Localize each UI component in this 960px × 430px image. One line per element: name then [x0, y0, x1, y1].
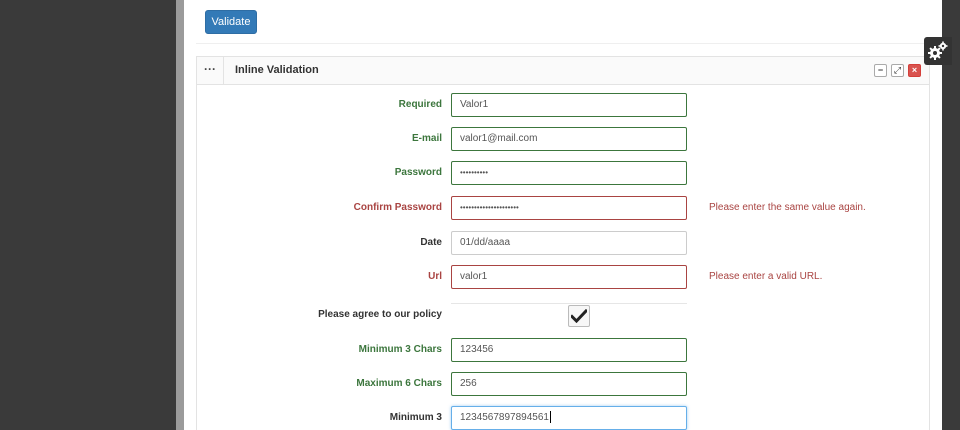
- checkmark-icon: [571, 309, 587, 323]
- gears-icon: [928, 41, 948, 60]
- main-content: Validate ··· Inline Validation − ⤢ × Req…: [184, 0, 942, 430]
- left-sidebar: [0, 0, 176, 430]
- password-label: Password: [394, 167, 442, 178]
- url-label: Url: [428, 271, 442, 282]
- email-label: E-mail: [411, 133, 442, 144]
- validate-button[interactable]: Validate: [205, 10, 257, 34]
- date-label: Date: [420, 237, 442, 248]
- url-error: Please enter a valid URL.: [709, 271, 823, 282]
- minimize-button[interactable]: −: [874, 64, 887, 77]
- required-label: Required: [398, 99, 442, 110]
- text-caret: [549, 411, 551, 424]
- form-row-min-3: Minimum 3 1234567897894561: [197, 406, 929, 430]
- sidebar-edge: [176, 0, 184, 430]
- form-row-min-3-chars: Minimum 3 Chars 123456: [197, 338, 929, 364]
- email-input[interactable]: valor1@mail.com: [451, 127, 687, 151]
- policy-checkbox[interactable]: [568, 305, 590, 327]
- confirm-password-error: Please enter the same value again.: [709, 202, 866, 213]
- password-input[interactable]: ••••••••••: [451, 161, 687, 185]
- close-button[interactable]: ×: [908, 64, 921, 77]
- panel-drag-handle[interactable]: ···: [197, 57, 224, 84]
- panel-header: ··· Inline Validation − ⤢ ×: [197, 57, 929, 85]
- required-input[interactable]: Valor1: [451, 93, 687, 117]
- min-3-value: 1234567897894561: [460, 412, 549, 423]
- policy-label: Please agree to our policy: [318, 309, 442, 320]
- date-input[interactable]: 01/dd/aaaa: [451, 231, 687, 255]
- settings-toggle-button[interactable]: [924, 37, 952, 65]
- form-row-confirm-password: Confirm Password ••••••••••••••••••••• P…: [197, 196, 929, 222]
- min-3-input[interactable]: 1234567897894561: [451, 406, 687, 430]
- inline-validation-panel: ··· Inline Validation − ⤢ × Required Val…: [196, 56, 930, 430]
- confirm-password-label: Confirm Password: [353, 202, 442, 213]
- form-row-max-6-chars: Maximum 6 Chars 256: [197, 372, 929, 398]
- url-input[interactable]: valor1: [451, 265, 687, 289]
- form-row-policy: Please agree to our policy: [197, 303, 929, 329]
- form-row-date: Date 01/dd/aaaa: [197, 231, 929, 257]
- min-3-chars-input[interactable]: 123456: [451, 338, 687, 362]
- form-row-email: E-mail valor1@mail.com: [197, 127, 929, 153]
- min-3-chars-label: Minimum 3 Chars: [358, 344, 442, 355]
- form-row-url: Url valor1 Please enter a valid URL.: [197, 265, 929, 291]
- divider: [451, 303, 687, 304]
- form-row-password: Password ••••••••••: [197, 161, 929, 187]
- max-6-chars-input[interactable]: 256: [451, 372, 687, 396]
- form-row-required: Required Valor1: [197, 93, 929, 119]
- expand-button[interactable]: ⤢: [891, 64, 904, 77]
- panel-title: Inline Validation: [235, 64, 319, 76]
- max-6-chars-label: Maximum 6 Chars: [356, 378, 442, 389]
- divider: [196, 43, 930, 44]
- min-3-label: Minimum 3: [389, 412, 442, 423]
- confirm-password-input[interactable]: •••••••••••••••••••••: [451, 196, 687, 220]
